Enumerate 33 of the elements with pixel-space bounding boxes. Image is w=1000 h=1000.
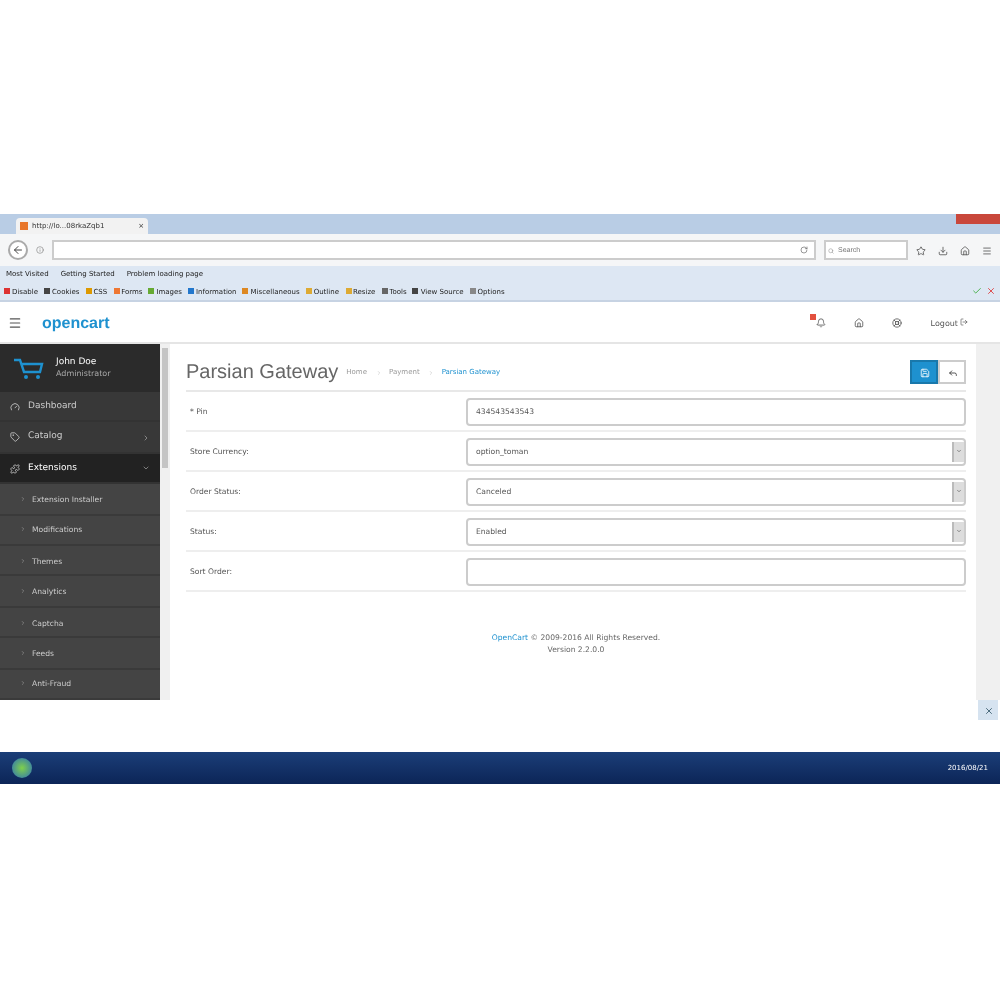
info-icon — [36, 246, 44, 254]
logo: opencart — [42, 313, 110, 331]
back-button[interactable] — [938, 360, 966, 384]
bell-icon[interactable] — [816, 317, 827, 327]
address-field[interactable] — [52, 240, 816, 260]
logout-icon — [960, 318, 968, 326]
download-icon[interactable] — [938, 245, 948, 255]
puzzle-icon — [10, 463, 20, 474]
tag-icon — [10, 432, 20, 443]
save-icon — [919, 367, 929, 377]
reply-icon — [947, 367, 957, 377]
reload-icon[interactable] — [800, 246, 808, 254]
cart-icon — [12, 356, 44, 380]
page-title: Parsian Gateway — [186, 361, 339, 383]
scrollbar[interactable] — [160, 344, 170, 700]
menu-icon[interactable] — [8, 315, 22, 329]
start-button[interactable] — [12, 758, 32, 778]
alert-badge — [810, 313, 817, 319]
check-icon — [972, 286, 982, 296]
back-arrow-icon — [12, 244, 24, 256]
lifebuoy-icon[interactable] — [892, 317, 903, 327]
save-button[interactable] — [910, 360, 938, 384]
back-button[interactable] — [8, 240, 28, 260]
search-icon — [828, 247, 834, 253]
scrollbar[interactable] — [976, 344, 1000, 700]
home-icon[interactable] — [960, 245, 970, 255]
close-button[interactable] — [978, 700, 998, 720]
menu-icon[interactable] — [982, 245, 992, 255]
gauge-icon — [10, 401, 20, 412]
page-icon — [20, 222, 28, 230]
input-field[interactable] — [466, 557, 966, 585]
home-icon[interactable] — [854, 317, 865, 327]
star-icon[interactable] — [916, 245, 926, 255]
